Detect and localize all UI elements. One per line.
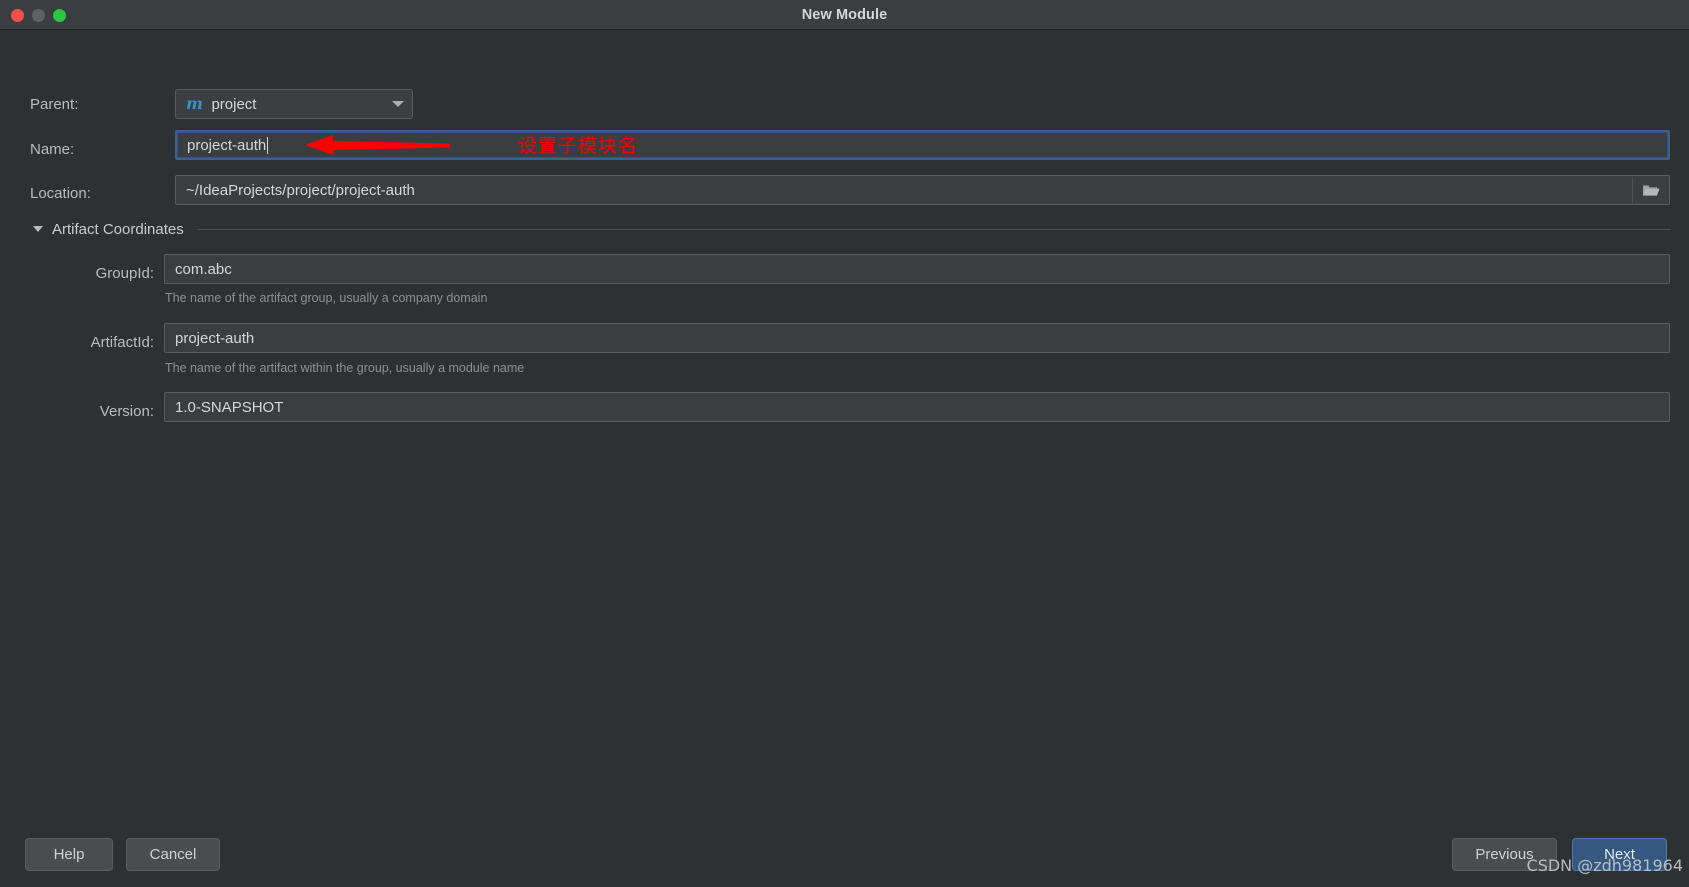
next-button[interactable]: Next [1572, 838, 1667, 871]
name-input[interactable]: project-auth [175, 130, 1670, 160]
location-label: Location: [30, 184, 91, 202]
name-label: Name: [30, 140, 75, 158]
folder-icon [1642, 185, 1659, 196]
parent-select[interactable]: m project [175, 89, 413, 119]
title-bar: New Module [0, 0, 1689, 30]
groupid-row: GroupId: [79, 258, 154, 288]
dialog-body: Parent: m project Name: project-auth 设置子… [0, 30, 1689, 887]
parent-select-value: project [211, 95, 257, 113]
location-row: Location: [30, 178, 91, 208]
groupid-label: GroupId: [95, 264, 154, 282]
version-label: Version: [99, 402, 154, 420]
groupid-input-value: com.abc [175, 260, 232, 278]
chevron-down-icon [33, 226, 43, 232]
help-button[interactable]: Help [25, 838, 113, 871]
artifactid-input[interactable]: project-auth [164, 323, 1670, 353]
section-divider [196, 228, 1671, 230]
location-input[interactable]: ~/IdeaProjects/project/project-auth [175, 175, 1670, 205]
artifactid-input-value: project-auth [175, 329, 255, 347]
version-row: Version: [79, 396, 154, 426]
name-row: Name: [30, 134, 74, 164]
chevron-down-icon [392, 101, 404, 107]
text-cursor [267, 136, 269, 154]
minimize-button[interactable] [32, 8, 45, 22]
browse-folder-button[interactable] [1632, 177, 1668, 203]
groupid-hint: The name of the artifact group, usually … [165, 291, 488, 305]
version-input-value: 1.0-SNAPSHOT [175, 398, 284, 416]
name-input-value: project-auth [187, 136, 267, 154]
window-controls [11, 0, 66, 30]
parent-label: Parent: [30, 95, 79, 113]
artifactid-label: ArtifactId: [90, 333, 154, 351]
maximize-button[interactable] [53, 8, 66, 22]
new-module-dialog: New Module Parent: m project Name: proje… [0, 0, 1689, 887]
close-button[interactable] [11, 8, 24, 22]
groupid-input[interactable]: com.abc [164, 254, 1670, 284]
artifact-coordinates-label: Artifact Coordinates [52, 220, 184, 238]
parent-row: Parent: [30, 89, 78, 119]
artifact-coordinates-section-toggle[interactable]: Artifact Coordinates [33, 218, 1671, 240]
artifactid-hint: The name of the artifact within the grou… [165, 361, 525, 375]
location-input-value: ~/IdeaProjects/project/project-auth [186, 181, 415, 199]
maven-module-icon: m [186, 94, 203, 113]
artifactid-row: ArtifactId: [79, 327, 154, 357]
version-input[interactable]: 1.0-SNAPSHOT [164, 392, 1670, 422]
cancel-button[interactable]: Cancel [126, 838, 220, 871]
dialog-footer: Help Cancel Previous Next CSDN @zdh98196… [0, 819, 1689, 887]
previous-button[interactable]: Previous [1452, 838, 1557, 871]
window-title: New Module [801, 6, 888, 23]
